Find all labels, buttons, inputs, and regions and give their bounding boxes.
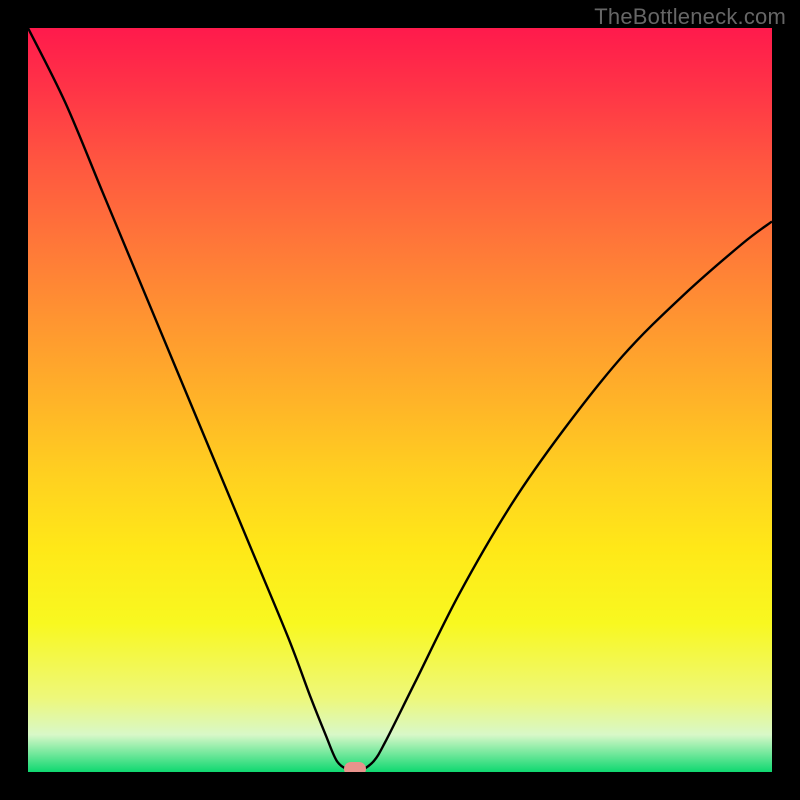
minimum-marker <box>344 762 366 772</box>
watermark-text: TheBottleneck.com <box>594 4 786 30</box>
bottleneck-curve <box>28 28 772 772</box>
plot-area <box>28 28 772 772</box>
chart-container: TheBottleneck.com <box>0 0 800 800</box>
